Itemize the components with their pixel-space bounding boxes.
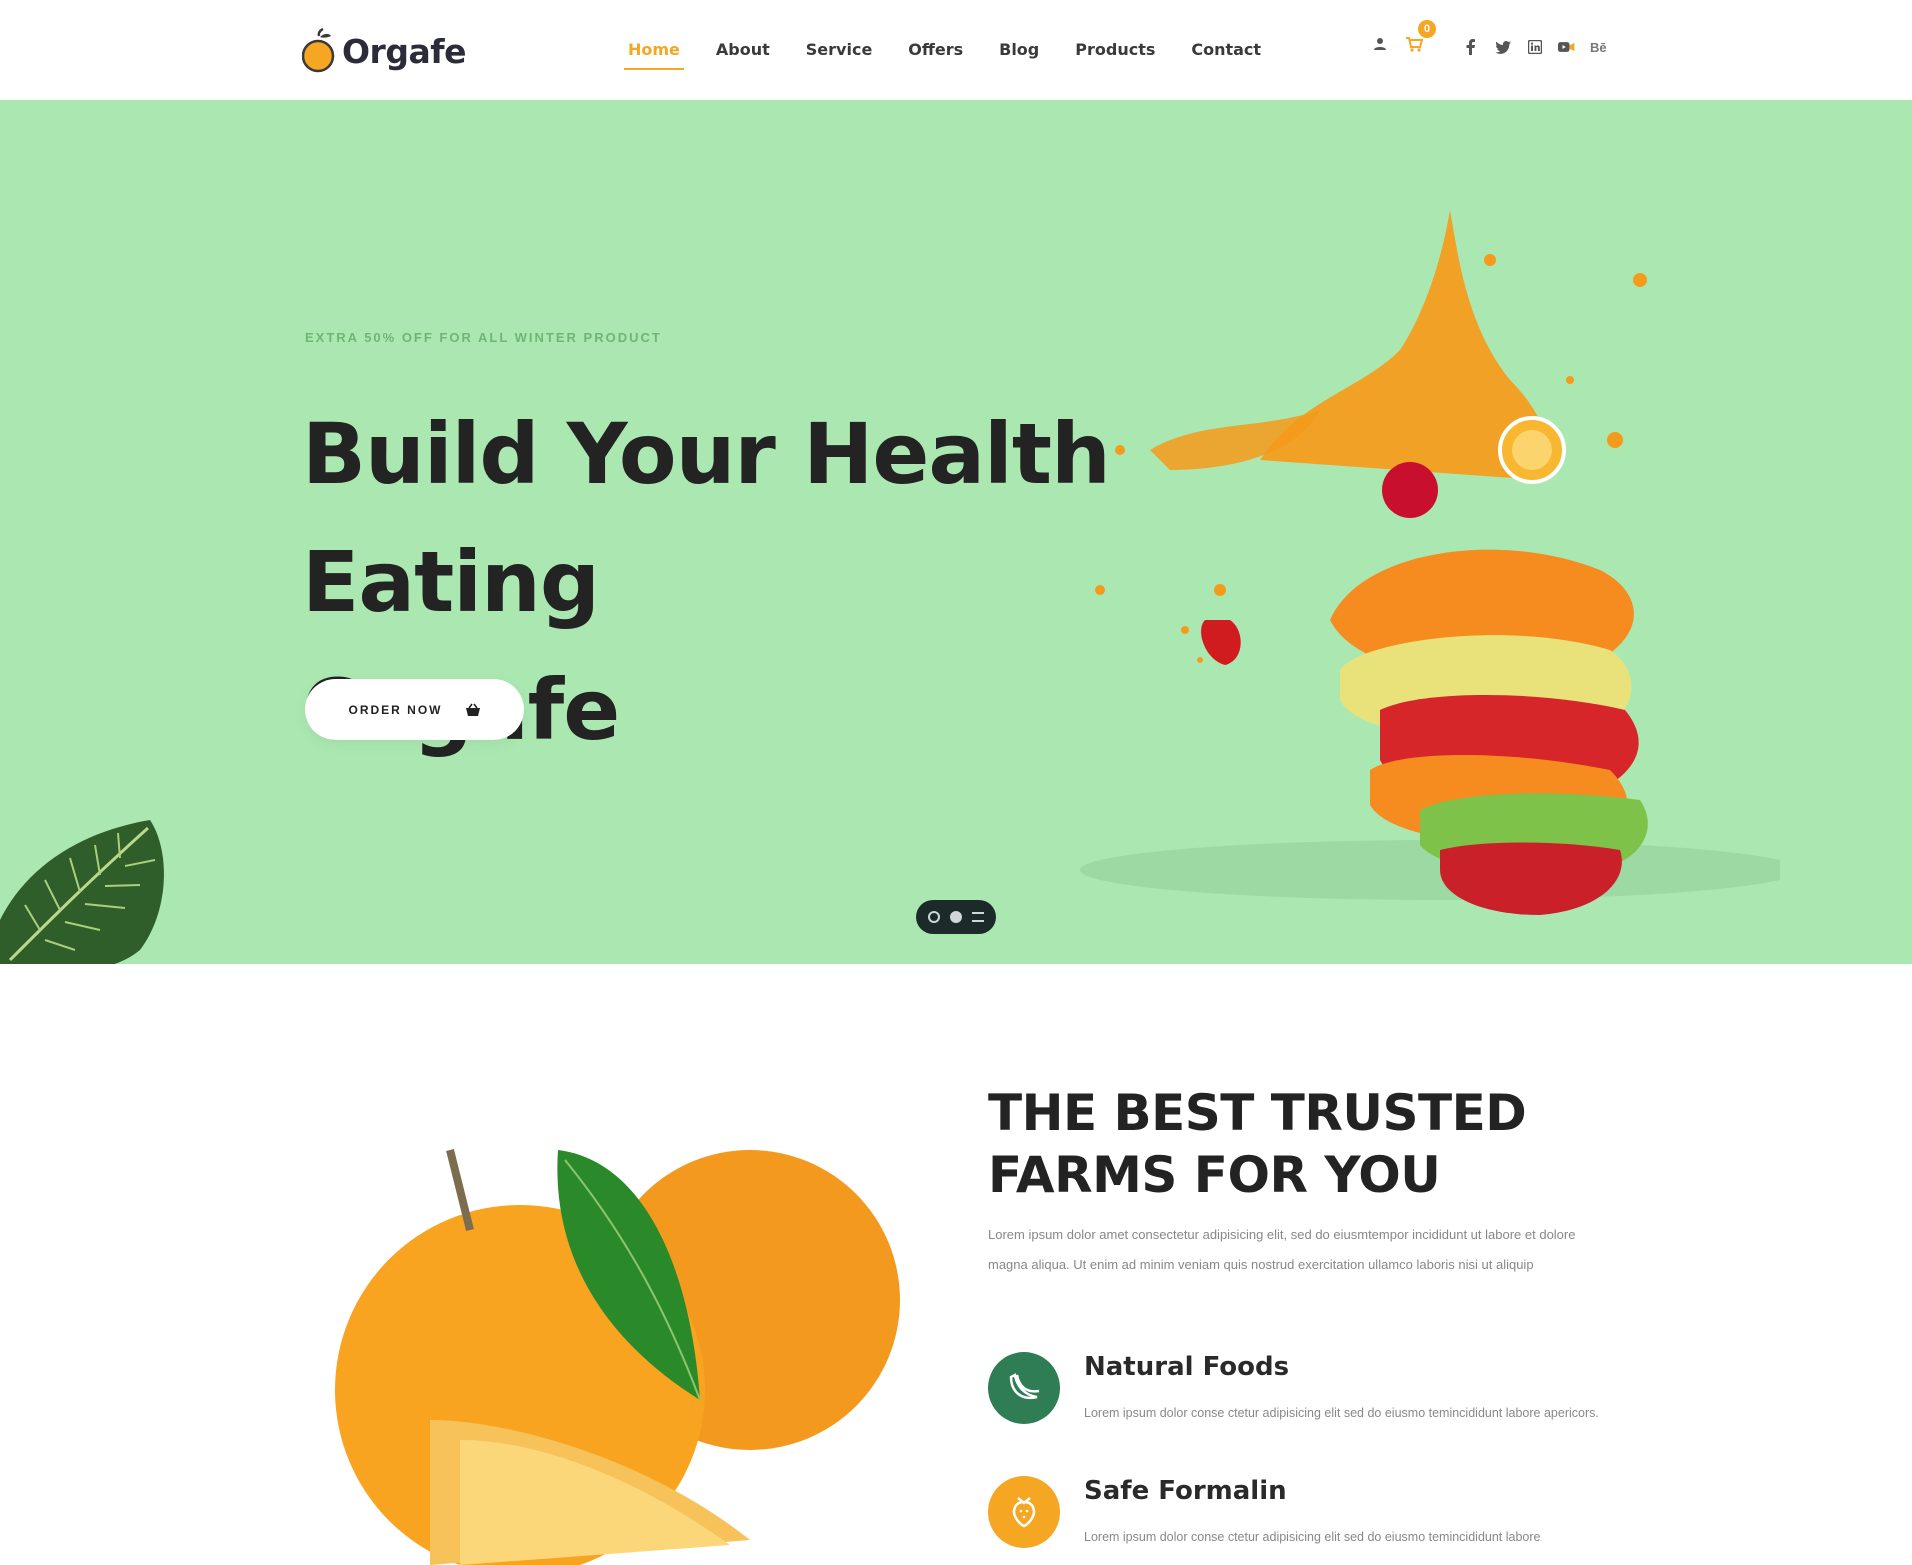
- nav-about[interactable]: About: [698, 36, 788, 70]
- main-nav: Home About Service Offers Blog Products …: [610, 36, 1279, 70]
- banana-icon: [988, 1352, 1060, 1424]
- feature-title: Safe Formalin: [1084, 1476, 1287, 1506]
- feature-title: Natural Foods: [1084, 1352, 1290, 1382]
- slider-dot-icon[interactable]: [928, 911, 940, 923]
- nav-products[interactable]: Products: [1057, 36, 1173, 70]
- facebook-icon[interactable]: [1462, 38, 1480, 56]
- nav-service[interactable]: Service: [788, 36, 891, 70]
- cart-count-badge: 0: [1418, 20, 1436, 38]
- logo[interactable]: Orgafe: [302, 26, 466, 76]
- user-icon[interactable]: [1370, 34, 1390, 54]
- about-description: Lorem ipsum dolor amet consectetur adipi…: [988, 1227, 1576, 1272]
- nav-home[interactable]: Home: [610, 36, 698, 70]
- nav-offers[interactable]: Offers: [890, 36, 981, 70]
- fruit-splash-illustration: [1080, 210, 1780, 915]
- about-title: THE BEST TRUSTED FARMS FOR YOU: [988, 1082, 1608, 1206]
- twitter-icon[interactable]: [1494, 38, 1512, 56]
- monstera-leaf-decoration: [0, 820, 164, 964]
- site-header: Orgafe Home About Service Offers Blog Pr…: [0, 0, 1912, 100]
- feature-desc: Lorem ipsum dolor conse ctetur adipisici…: [1084, 1406, 1599, 1420]
- strawberry-icon: [988, 1476, 1060, 1548]
- header-actions: 0: [1370, 20, 1436, 54]
- behance-icon[interactable]: Bē: [1590, 38, 1607, 56]
- social-links: Bē: [1462, 38, 1607, 56]
- slider-play-icon[interactable]: [950, 911, 962, 923]
- linkedin-icon[interactable]: [1526, 38, 1544, 56]
- logo-text: Orgafe: [342, 31, 466, 71]
- hero-banner: EXTRA 50% OFF FOR ALL WINTER PRODUCT Bui…: [0, 100, 1912, 964]
- slider-controls[interactable]: [916, 900, 996, 934]
- hero-tagline: EXTRA 50% OFF FOR ALL WINTER PRODUCT: [305, 330, 662, 345]
- slider-menu-icon[interactable]: [972, 912, 984, 922]
- orange-logo-icon: [302, 28, 335, 73]
- basket-icon: [465, 703, 480, 716]
- oranges-image: [335, 1149, 900, 1565]
- cart-button[interactable]: 0: [1404, 20, 1436, 54]
- order-now-button[interactable]: ORDER NOW: [305, 679, 524, 740]
- nav-contact[interactable]: Contact: [1173, 36, 1279, 70]
- about-title-line2: FARMS FOR YOU: [988, 1146, 1441, 1204]
- order-now-label: ORDER NOW: [348, 702, 443, 717]
- feature-desc: Lorem ipsum dolor conse ctetur adipisici…: [1084, 1530, 1541, 1544]
- cart-icon: [1406, 37, 1423, 52]
- youtube-icon[interactable]: [1558, 38, 1576, 56]
- about-title-line1: THE BEST TRUSTED: [988, 1084, 1527, 1142]
- nav-blog[interactable]: Blog: [981, 36, 1057, 70]
